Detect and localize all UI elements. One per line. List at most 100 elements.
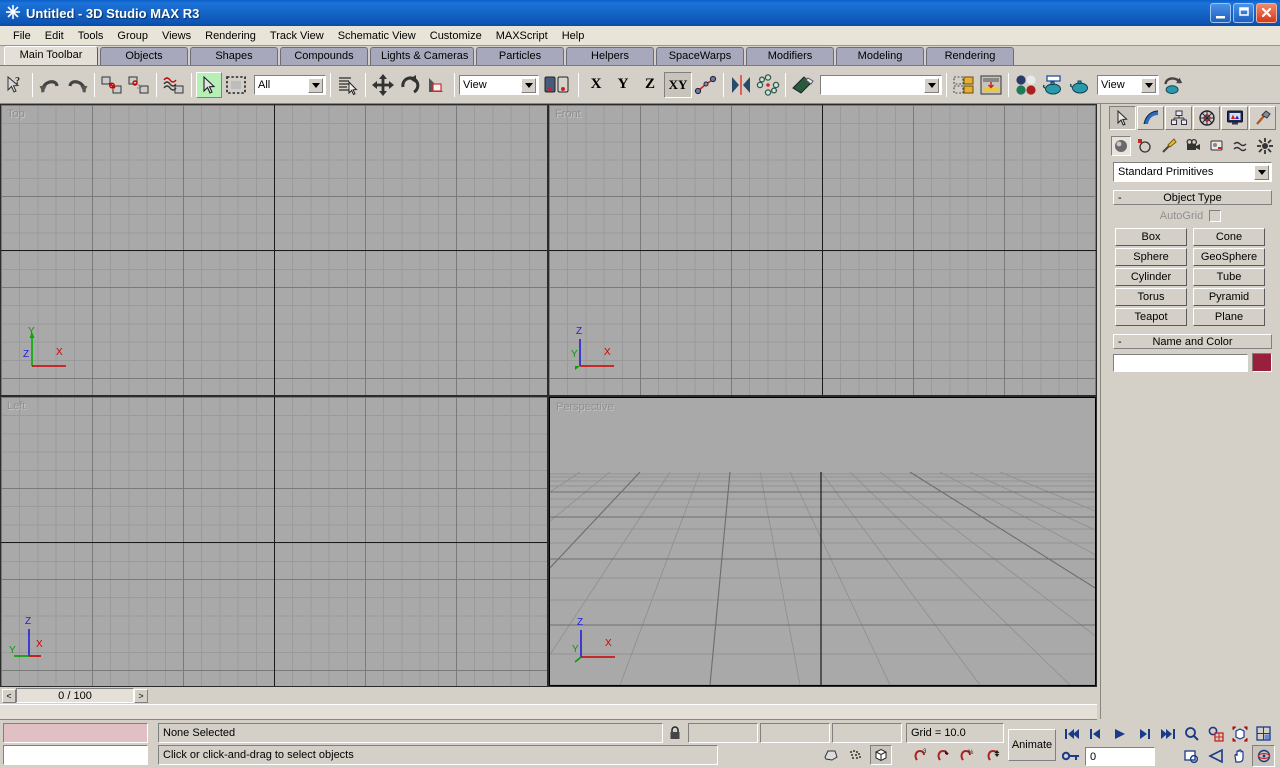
minimize-button[interactable] bbox=[1210, 3, 1231, 23]
menu-item-file[interactable]: File bbox=[6, 28, 38, 44]
viewport-top[interactable]: Top Y Z X bbox=[1, 105, 547, 395]
select-by-name-icon[interactable] bbox=[335, 72, 361, 98]
angle-snap-button[interactable] bbox=[933, 745, 954, 765]
create-cone-button[interactable]: Cone bbox=[1193, 228, 1265, 246]
material-editor-icon[interactable] bbox=[1013, 72, 1039, 98]
chevron-down-icon[interactable] bbox=[521, 77, 536, 93]
lights-category[interactable] bbox=[1159, 136, 1179, 156]
chevron-down-icon[interactable] bbox=[924, 77, 939, 93]
coordinate-x-field[interactable] bbox=[688, 723, 758, 743]
percent-snap-button[interactable]: % bbox=[956, 745, 977, 765]
restrict-to-plane-button[interactable]: XY bbox=[664, 71, 692, 98]
select-and-rotate-icon[interactable] bbox=[397, 72, 423, 98]
key-mode-icon[interactable] bbox=[1060, 747, 1082, 765]
tab-objects[interactable]: Objects bbox=[100, 47, 188, 65]
viewport-perspective[interactable]: Perspective Z Y X bbox=[549, 397, 1096, 686]
create-pyramid-button[interactable]: Pyramid bbox=[1193, 288, 1265, 306]
current-time-field[interactable]: 0 bbox=[1085, 747, 1155, 766]
cameras-category[interactable] bbox=[1183, 136, 1203, 156]
menu-item-group[interactable]: Group bbox=[110, 28, 155, 44]
object-color-swatch[interactable] bbox=[1252, 353, 1272, 372]
selection-filter-dropdown[interactable]: All bbox=[254, 74, 326, 95]
render-last-icon[interactable] bbox=[1160, 72, 1186, 98]
create-torus-button[interactable]: Torus bbox=[1115, 288, 1187, 306]
select-object-help-icon[interactable]: ? bbox=[2, 72, 28, 98]
previous-frame-button[interactable] bbox=[1084, 723, 1107, 745]
animate-button[interactable]: Animate bbox=[1008, 729, 1056, 761]
create-sphere-button[interactable]: Sphere bbox=[1115, 248, 1187, 266]
display-tab[interactable] bbox=[1221, 106, 1248, 130]
reference-coord-system-dropdown[interactable]: View bbox=[459, 74, 539, 95]
render-type-dropdown[interactable]: View bbox=[1097, 74, 1159, 95]
degradation-override-button[interactable] bbox=[820, 745, 842, 765]
spinner-snap-button[interactable] bbox=[983, 745, 1004, 765]
play-animation-button[interactable] bbox=[1108, 723, 1131, 745]
tab-compounds[interactable]: Compounds bbox=[280, 47, 368, 65]
menu-item-schematic-view[interactable]: Schematic View bbox=[331, 28, 423, 44]
spacewarps-category[interactable] bbox=[1231, 136, 1251, 156]
track-bar[interactable] bbox=[0, 704, 1097, 720]
tab-particles[interactable]: Particles bbox=[476, 47, 564, 65]
create-plane-button[interactable]: Plane bbox=[1193, 308, 1265, 326]
create-cylinder-button[interactable]: Cylinder bbox=[1115, 268, 1187, 286]
subcategory-dropdown[interactable]: Standard Primitives bbox=[1113, 162, 1272, 182]
mirror-icon[interactable] bbox=[728, 72, 754, 98]
create-tab[interactable] bbox=[1109, 106, 1136, 130]
align-icon[interactable] bbox=[755, 72, 781, 98]
use-pivot-center-icon[interactable] bbox=[540, 72, 574, 98]
next-frame-button[interactable] bbox=[1132, 723, 1155, 745]
menu-item-views[interactable]: Views bbox=[155, 28, 198, 44]
mirror-selected-objects-icon[interactable] bbox=[951, 72, 977, 98]
select-region-icon[interactable] bbox=[223, 72, 249, 98]
rollout-collapse-icon[interactable]: - bbox=[1118, 335, 1122, 349]
chevron-down-icon[interactable] bbox=[308, 77, 323, 93]
select-and-scale-icon[interactable] bbox=[424, 72, 450, 98]
utilities-tab[interactable] bbox=[1249, 106, 1276, 130]
render-scene-icon[interactable] bbox=[1040, 72, 1066, 98]
field-of-view-button[interactable] bbox=[1204, 745, 1227, 767]
array-icon[interactable] bbox=[978, 72, 1004, 98]
tab-lights-cameras[interactable]: Lights & Cameras bbox=[370, 47, 474, 65]
chevron-down-icon[interactable] bbox=[1141, 77, 1156, 93]
zoom-extents-all-button[interactable] bbox=[1252, 723, 1275, 745]
tab-helpers[interactable]: Helpers bbox=[566, 47, 654, 65]
create-teapot-button[interactable]: Teapot bbox=[1115, 308, 1187, 326]
restrict-to-y-button[interactable]: Y bbox=[610, 72, 636, 98]
select-object-icon[interactable] bbox=[196, 71, 222, 98]
region-zoom-button[interactable] bbox=[1180, 745, 1203, 767]
geometry-category[interactable] bbox=[1111, 136, 1131, 156]
menu-item-tools[interactable]: Tools bbox=[71, 28, 111, 44]
tab-modeling[interactable]: Modeling bbox=[836, 47, 924, 65]
select-and-move-icon[interactable] bbox=[370, 72, 396, 98]
menu-item-track-view[interactable]: Track View bbox=[263, 28, 331, 44]
zoom-extents-button[interactable] bbox=[1228, 723, 1251, 745]
restrict-to-x-button[interactable]: X bbox=[583, 72, 609, 98]
select-and-link-icon[interactable] bbox=[99, 72, 125, 98]
selected-objects-button[interactable] bbox=[870, 745, 892, 765]
zoom-button[interactable] bbox=[1180, 723, 1203, 745]
time-slider-prev-button[interactable]: < bbox=[2, 688, 16, 703]
name-and-color-rollout-header[interactable]: - Name and Color bbox=[1113, 334, 1272, 349]
snap-toggle-button[interactable]: 3 bbox=[910, 745, 931, 765]
redo-view-change-icon[interactable] bbox=[64, 72, 90, 98]
restrict-to-z-button[interactable]: Z bbox=[637, 72, 663, 98]
adaptive-degradation-button[interactable] bbox=[845, 745, 867, 765]
named-selection-sets-icon[interactable] bbox=[790, 72, 816, 98]
pan-button[interactable] bbox=[1228, 745, 1251, 767]
menu-item-customize[interactable]: Customize bbox=[423, 28, 489, 44]
menu-item-rendering[interactable]: Rendering bbox=[198, 28, 263, 44]
helpers-category[interactable] bbox=[1207, 136, 1227, 156]
viewport-left[interactable]: Left Z Y X bbox=[1, 397, 547, 686]
lock-selection-icon[interactable] bbox=[666, 723, 684, 743]
chevron-down-icon[interactable] bbox=[1254, 165, 1269, 180]
min-max-toggle-button[interactable] bbox=[1276, 745, 1280, 767]
tab-rendering[interactable]: Rendering bbox=[926, 47, 1014, 65]
tab-main-toolbar[interactable]: Main Toolbar bbox=[4, 46, 98, 65]
create-box-button[interactable]: Box bbox=[1115, 228, 1187, 246]
ik-manipulate-icon[interactable] bbox=[693, 72, 719, 98]
motion-tab[interactable] bbox=[1193, 106, 1220, 130]
viewport-front[interactable]: Front Z Y X bbox=[549, 105, 1096, 395]
systems-category[interactable] bbox=[1255, 136, 1275, 156]
time-slider-next-button[interactable]: > bbox=[134, 688, 148, 703]
modify-tab[interactable] bbox=[1137, 106, 1164, 130]
